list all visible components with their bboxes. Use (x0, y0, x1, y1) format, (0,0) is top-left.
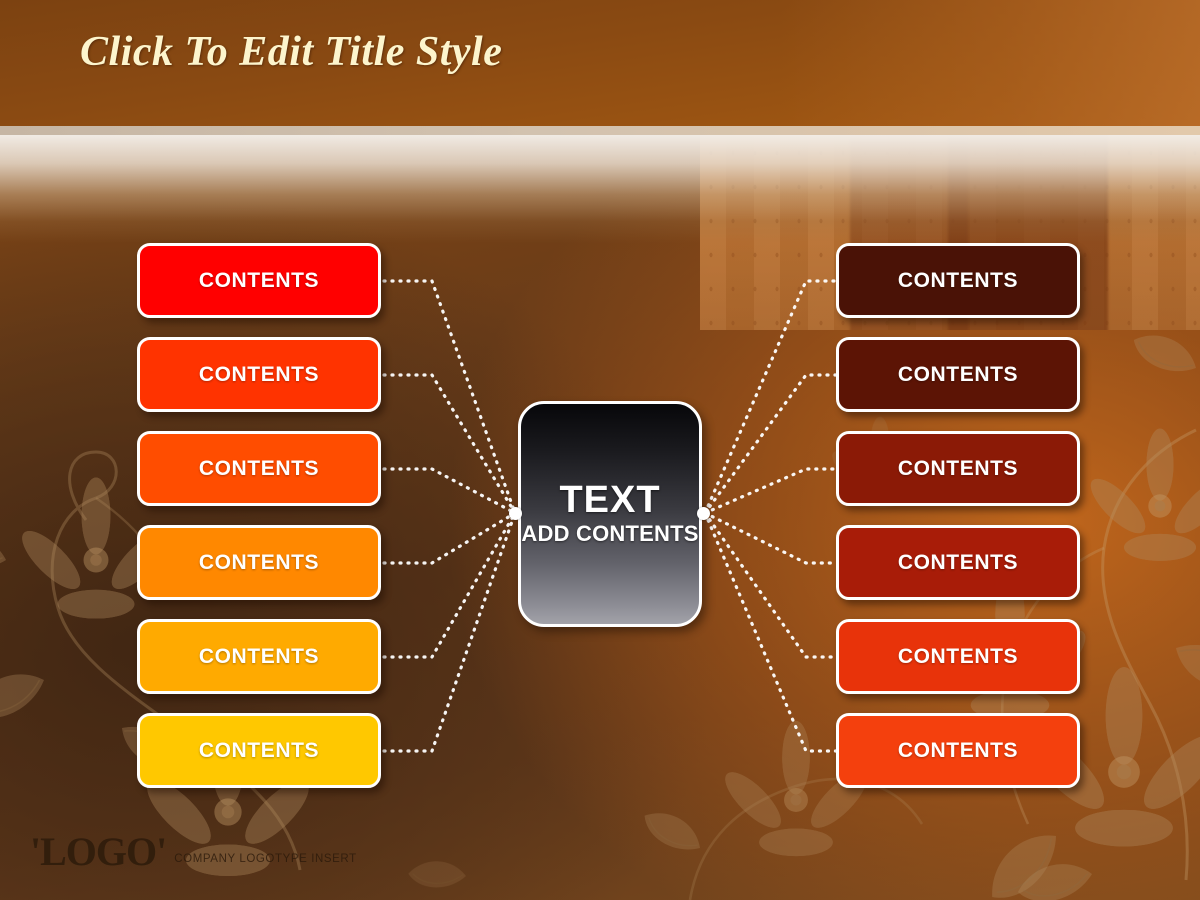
content-box-right-4[interactable]: CONTENTS (836, 525, 1080, 600)
connector-left-4 (382, 511, 517, 565)
content-box-left-6[interactable]: CONTENTS (137, 713, 381, 788)
center-box-subtitle: ADD CONTENTS (521, 521, 699, 547)
connector-left-6 (382, 511, 517, 753)
connector-node-right (697, 507, 710, 520)
logo-caption-text: COMPANY LOGOTYPE INSERT (174, 853, 357, 865)
content-box-right-5[interactable]: CONTENTS (836, 619, 1080, 694)
content-box-left-4[interactable]: CONTENTS (137, 525, 381, 600)
content-box-right-6-label: CONTENTS (897, 738, 1019, 762)
content-box-left-3[interactable]: CONTENTS (137, 431, 381, 506)
content-box-left-2-label: CONTENTS (198, 362, 320, 386)
content-box-right-2[interactable]: CONTENTS (836, 337, 1080, 412)
content-box-left-1-label: CONTENTS (198, 268, 320, 292)
connector-right-6 (703, 511, 838, 753)
footer-logo[interactable]: 'LOGO' COMPANY LOGOTYPE INSERT (30, 829, 357, 874)
connector-right-3 (703, 467, 838, 515)
header-divider-line (0, 126, 1200, 135)
content-box-right-5-label: CONTENTS (897, 644, 1019, 668)
content-box-left-5-label: CONTENTS (198, 644, 320, 668)
content-box-right-3-label: CONTENTS (897, 456, 1019, 480)
center-box-title: TEXT (559, 479, 661, 522)
connector-left-1 (382, 279, 517, 515)
content-box-left-1[interactable]: CONTENTS (137, 243, 381, 318)
center-text-box[interactable]: TEXT ADD CONTENTS (518, 401, 702, 627)
header-light-gradient-band (0, 135, 1200, 243)
content-box-right-1[interactable]: CONTENTS (836, 243, 1080, 318)
content-box-left-4-label: CONTENTS (198, 550, 320, 574)
connector-right-4 (703, 511, 838, 565)
content-box-left-6-label: CONTENTS (198, 738, 320, 762)
content-box-right-4-label: CONTENTS (897, 550, 1019, 574)
content-box-right-3[interactable]: CONTENTS (836, 431, 1080, 506)
content-box-left-2[interactable]: CONTENTS (137, 337, 381, 412)
content-box-right-2-label: CONTENTS (897, 362, 1019, 386)
header-photo-blend (780, 0, 1200, 126)
connector-left-5 (382, 511, 517, 659)
content-box-right-6[interactable]: CONTENTS (836, 713, 1080, 788)
connector-left-2 (382, 373, 517, 515)
logo-mark-text: 'LOGO' (30, 829, 167, 874)
content-box-left-5[interactable]: CONTENTS (137, 619, 381, 694)
connector-right-2 (703, 373, 838, 515)
page-title[interactable]: Click To Edit Title Style (80, 28, 502, 76)
slide-canvas: Click To Edit Title Style TEXT ADD CONTE… (0, 0, 1200, 900)
content-box-right-1-label: CONTENTS (897, 268, 1019, 292)
connector-node-left (509, 507, 522, 520)
content-box-left-3-label: CONTENTS (198, 456, 320, 480)
connector-right-5 (703, 511, 838, 659)
connector-left-3 (382, 467, 517, 515)
